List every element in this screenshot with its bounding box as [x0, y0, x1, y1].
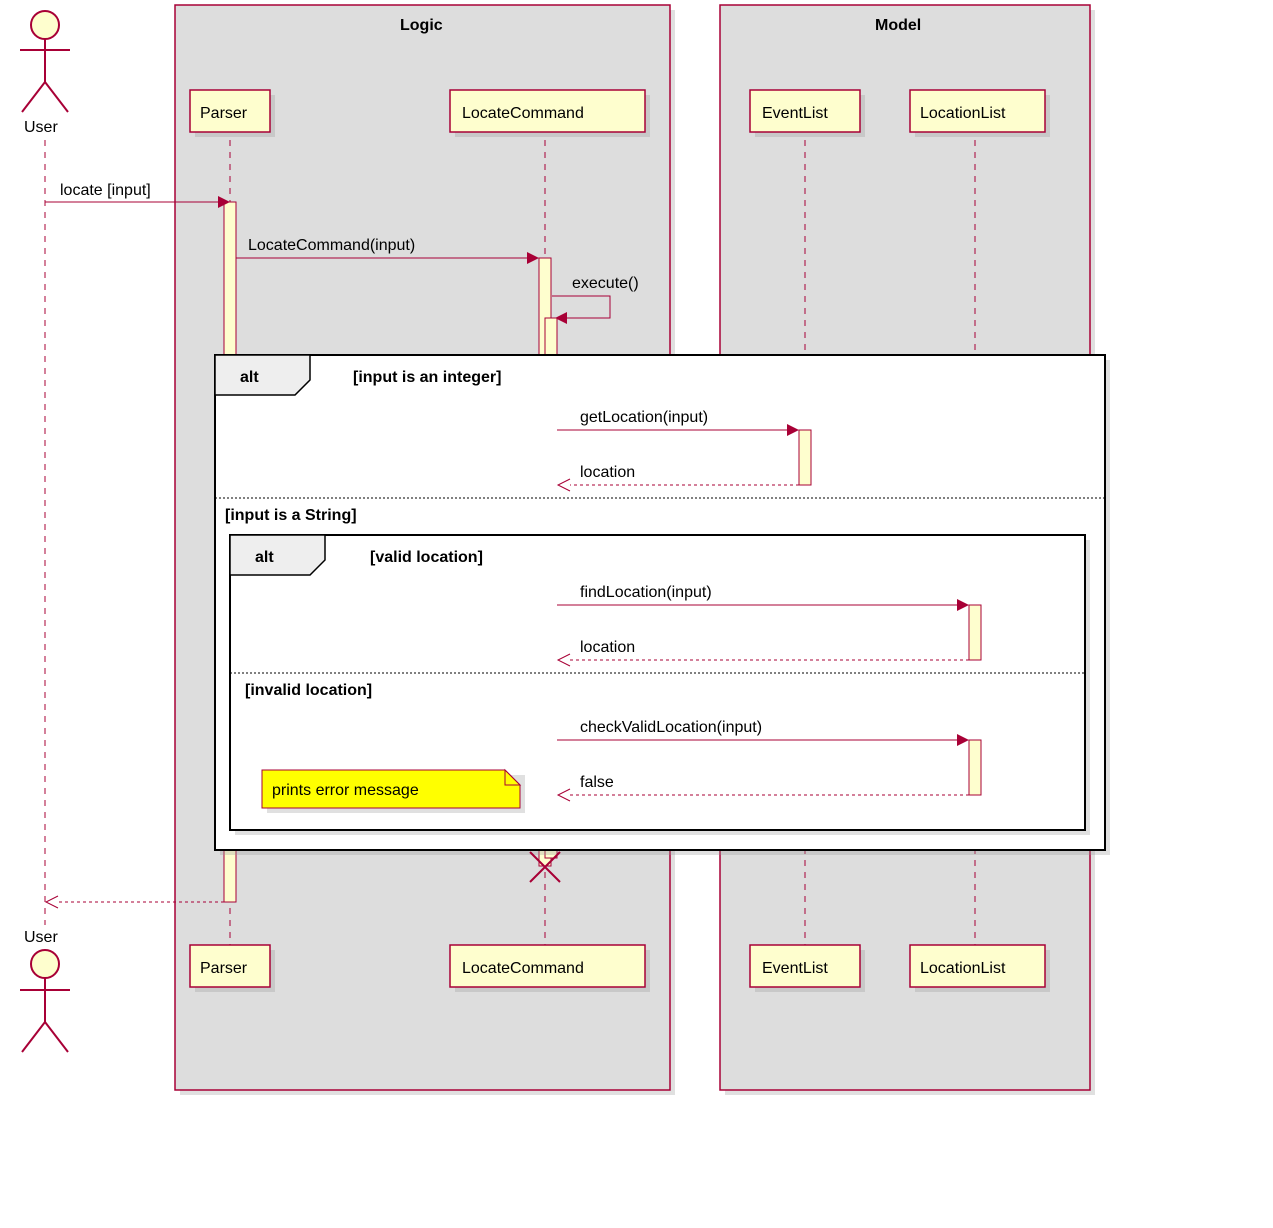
model-title: Model — [875, 17, 921, 34]
logic-title: Logic — [400, 17, 443, 34]
msg-checkvalid: checkValidLocation(input) — [580, 719, 762, 736]
msg-locate: locate [input] — [60, 182, 151, 199]
actor-user-top: User — [20, 11, 70, 136]
alt-outer-label: alt — [240, 369, 259, 386]
actor-label-top: User — [24, 119, 58, 136]
parser-label-bottom: Parser — [200, 960, 248, 977]
activation-locationlist2 — [969, 740, 981, 795]
msg-execute: execute() — [572, 275, 639, 292]
msg-findlocation: findLocation(input) — [580, 584, 712, 601]
actor-label-bottom: User — [24, 929, 58, 946]
eventlist-label-bottom: EventList — [762, 960, 828, 977]
alt-outer-guard2: [input is a String] — [225, 507, 357, 524]
parser-label-top: Parser — [200, 105, 248, 122]
alt-outer-guard1: [input is an integer] — [353, 369, 501, 386]
activation-eventlist — [799, 430, 811, 485]
actor-user-bottom: User — [20, 929, 70, 1052]
msg-locatecommand: LocateCommand(input) — [248, 237, 415, 254]
locatecommand-label-bottom: LocateCommand — [462, 960, 584, 977]
alt-inner-label-bg — [230, 535, 325, 575]
msg-false: false — [580, 774, 614, 791]
eventlist-label-top: EventList — [762, 105, 828, 122]
activation-locationlist1 — [969, 605, 981, 660]
locationlist-label-bottom: LocationList — [920, 960, 1006, 977]
note-text: prints error message — [272, 782, 419, 799]
alt-inner-guard2: [invalid location] — [245, 682, 372, 699]
msg-location1: location — [580, 464, 635, 481]
alt-inner-label: alt — [255, 549, 274, 566]
alt-inner-guard1: [valid location] — [370, 549, 483, 566]
msg-location2: location — [580, 639, 635, 656]
msg-getlocation: getLocation(input) — [580, 409, 708, 426]
alt-outer-label-bg — [215, 355, 310, 395]
sequence-diagram: Logic Model User Parser LocateCommand Ev… — [0, 0, 1273, 1228]
locationlist-label-top: LocationList — [920, 105, 1006, 122]
locatecommand-label-top: LocateCommand — [462, 105, 584, 122]
